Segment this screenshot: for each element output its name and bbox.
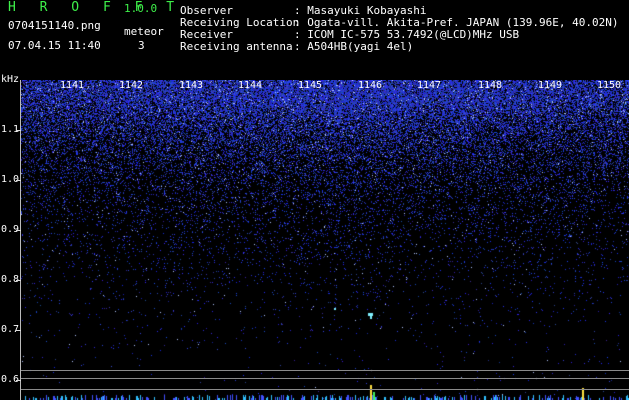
antenna-label: Receiving antenna xyxy=(180,40,293,53)
x-tick-label: 1143 xyxy=(179,80,204,91)
app-version: 1.0.0 xyxy=(124,2,158,15)
y-tick-mark xyxy=(16,180,21,181)
meteor-count: 3 xyxy=(138,39,145,52)
meteor-label: meteor xyxy=(124,25,164,38)
reference-line xyxy=(21,389,629,390)
x-tick-label: 1147 xyxy=(417,80,442,91)
reference-line xyxy=(21,370,629,371)
y-tick-mark xyxy=(16,130,21,131)
spectrogram xyxy=(21,80,629,400)
y-tick-mark xyxy=(16,380,21,381)
capture-datetime: 07.04.15 11:40 xyxy=(8,39,101,52)
x-tick-label: 1142 xyxy=(119,80,144,91)
x-tick-label: 1149 xyxy=(538,80,563,91)
x-tick-label: 1146 xyxy=(358,80,383,91)
x-tick-label: 1144 xyxy=(238,80,263,91)
x-tick-label: 1148 xyxy=(478,80,503,91)
file-name: 0704151140.png xyxy=(8,19,101,32)
y-tick-mark xyxy=(16,280,21,281)
x-tick-label: 1141 xyxy=(60,80,85,91)
x-tick-label: 1150 xyxy=(597,80,622,91)
y-axis-unit: kHz xyxy=(1,74,20,85)
reference-line xyxy=(21,378,629,379)
y-tick-mark xyxy=(16,330,21,331)
y-axis-line xyxy=(20,80,21,400)
antenna-value: : A504HB(yagi 4el) xyxy=(294,40,414,53)
x-tick-label: 1145 xyxy=(298,80,323,91)
hrofft-window: H R O F F T 1.0.0 0704151140.png meteor … xyxy=(0,0,629,400)
y-tick-mark xyxy=(16,230,21,231)
